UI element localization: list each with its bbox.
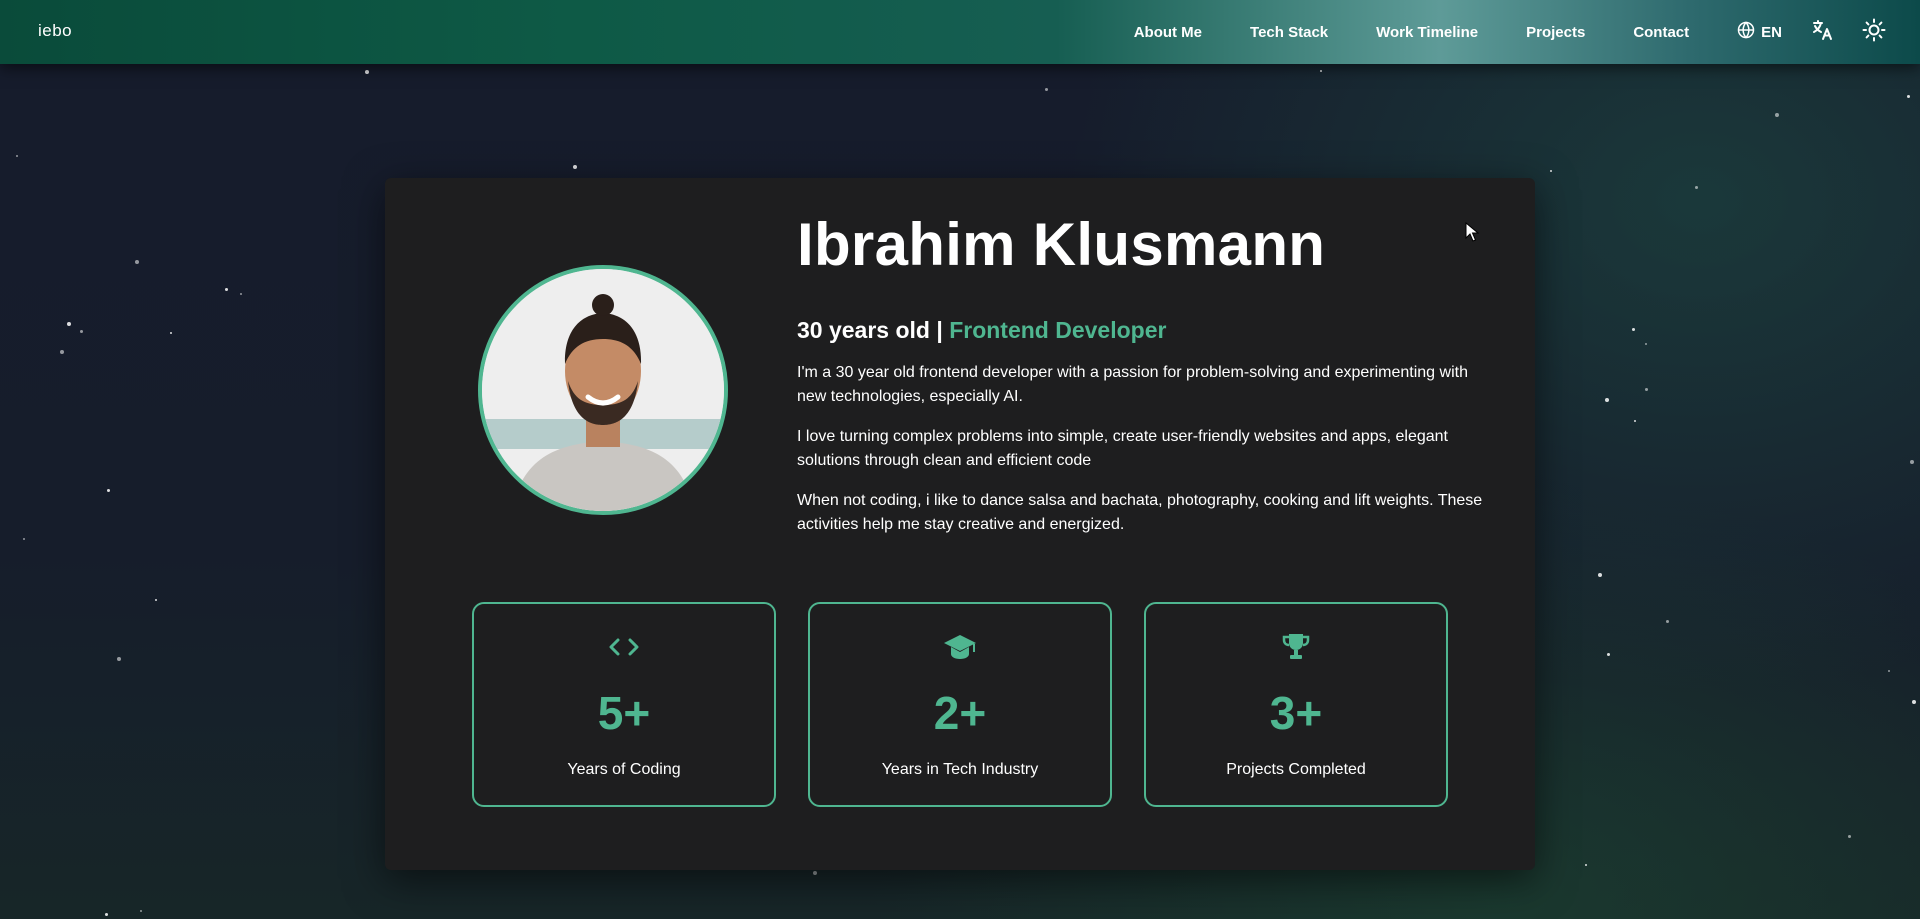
globe-icon <box>1737 21 1755 43</box>
nav-work-timeline[interactable]: Work Timeline <box>1376 24 1478 41</box>
nav-projects[interactable]: Projects <box>1526 24 1585 41</box>
star <box>225 288 228 291</box>
star <box>1607 653 1610 656</box>
star <box>1605 398 1609 402</box>
star <box>117 657 121 661</box>
star <box>1598 573 1602 577</box>
star <box>1645 343 1647 345</box>
star <box>1888 670 1890 672</box>
star <box>67 322 71 326</box>
graduation-cap-icon <box>810 632 1110 662</box>
bio-paragraph: I'm a 30 year old frontend developer wit… <box>797 364 1468 405</box>
star <box>1912 700 1916 704</box>
stat-value: 3+ <box>1269 687 1323 739</box>
star <box>140 910 142 912</box>
star <box>1666 620 1669 623</box>
star <box>135 260 139 264</box>
star <box>1585 864 1587 866</box>
profile-subtitle: 30 years old | Frontend Developer <box>797 317 1166 344</box>
sun-icon <box>1862 18 1886 47</box>
star <box>1910 460 1914 464</box>
star <box>1907 95 1910 98</box>
star <box>573 165 577 169</box>
profile-name: Ibrahim Klusmann <box>797 211 1326 278</box>
code-icon <box>474 632 774 662</box>
role-text: Frontend Developer <box>949 317 1167 343</box>
language-code: EN <box>1761 23 1782 41</box>
star <box>170 332 172 334</box>
star <box>1045 88 1048 91</box>
star <box>240 293 242 295</box>
star <box>155 599 157 601</box>
star <box>813 871 817 875</box>
star <box>365 70 369 74</box>
star <box>105 913 108 916</box>
stat-label: Years in Tech Industry <box>881 761 1039 778</box>
star <box>80 330 83 333</box>
star <box>23 538 25 540</box>
star <box>1320 70 1322 72</box>
translate-icon <box>1810 18 1834 47</box>
main-nav: About Me Tech Stack Work Timeline Projec… <box>1134 0 1920 64</box>
theme-toggle-button[interactable] <box>1862 18 1886 47</box>
stat-label: Years of Coding <box>567 761 681 778</box>
mouse-cursor <box>1465 221 1480 247</box>
stat-value: 5+ <box>597 687 651 739</box>
bio-paragraph: I love turning complex problems into sim… <box>797 428 1448 469</box>
stat-card-industry: 2+ Years in Tech Industry <box>808 602 1112 807</box>
star <box>1550 170 1552 172</box>
stat-card-coding: 5+ Years of Coding <box>472 602 776 807</box>
bio-paragraph: When not coding, i like to dance salsa a… <box>797 492 1483 533</box>
nav-tech-stack[interactable]: Tech Stack <box>1250 24 1328 41</box>
star <box>1632 328 1635 331</box>
language-selector[interactable]: EN <box>1737 21 1782 43</box>
stat-card-projects: 3+ Projects Completed <box>1144 602 1448 807</box>
age-text: 30 years old | <box>797 317 943 343</box>
trophy-icon <box>1146 632 1446 662</box>
star <box>107 489 110 492</box>
star <box>1634 420 1636 422</box>
nav-about-me[interactable]: About Me <box>1134 24 1202 41</box>
star <box>1695 186 1698 189</box>
star <box>1775 113 1779 117</box>
profile-photo <box>478 265 728 515</box>
star <box>60 350 64 354</box>
about-me-card: Ibrahim Klusmann 30 years old | Frontend… <box>385 178 1535 870</box>
site-logo[interactable]: iebo <box>38 21 72 41</box>
stat-label: Projects Completed <box>1226 761 1366 778</box>
stat-value: 2+ <box>933 687 987 739</box>
nav-contact[interactable]: Contact <box>1633 24 1689 41</box>
star <box>1645 388 1648 391</box>
top-navigation-bar: iebo About Me Tech Stack Work Timeline P… <box>0 0 1920 64</box>
translate-button[interactable] <box>1810 18 1834 47</box>
star <box>1848 835 1851 838</box>
star <box>16 155 18 157</box>
